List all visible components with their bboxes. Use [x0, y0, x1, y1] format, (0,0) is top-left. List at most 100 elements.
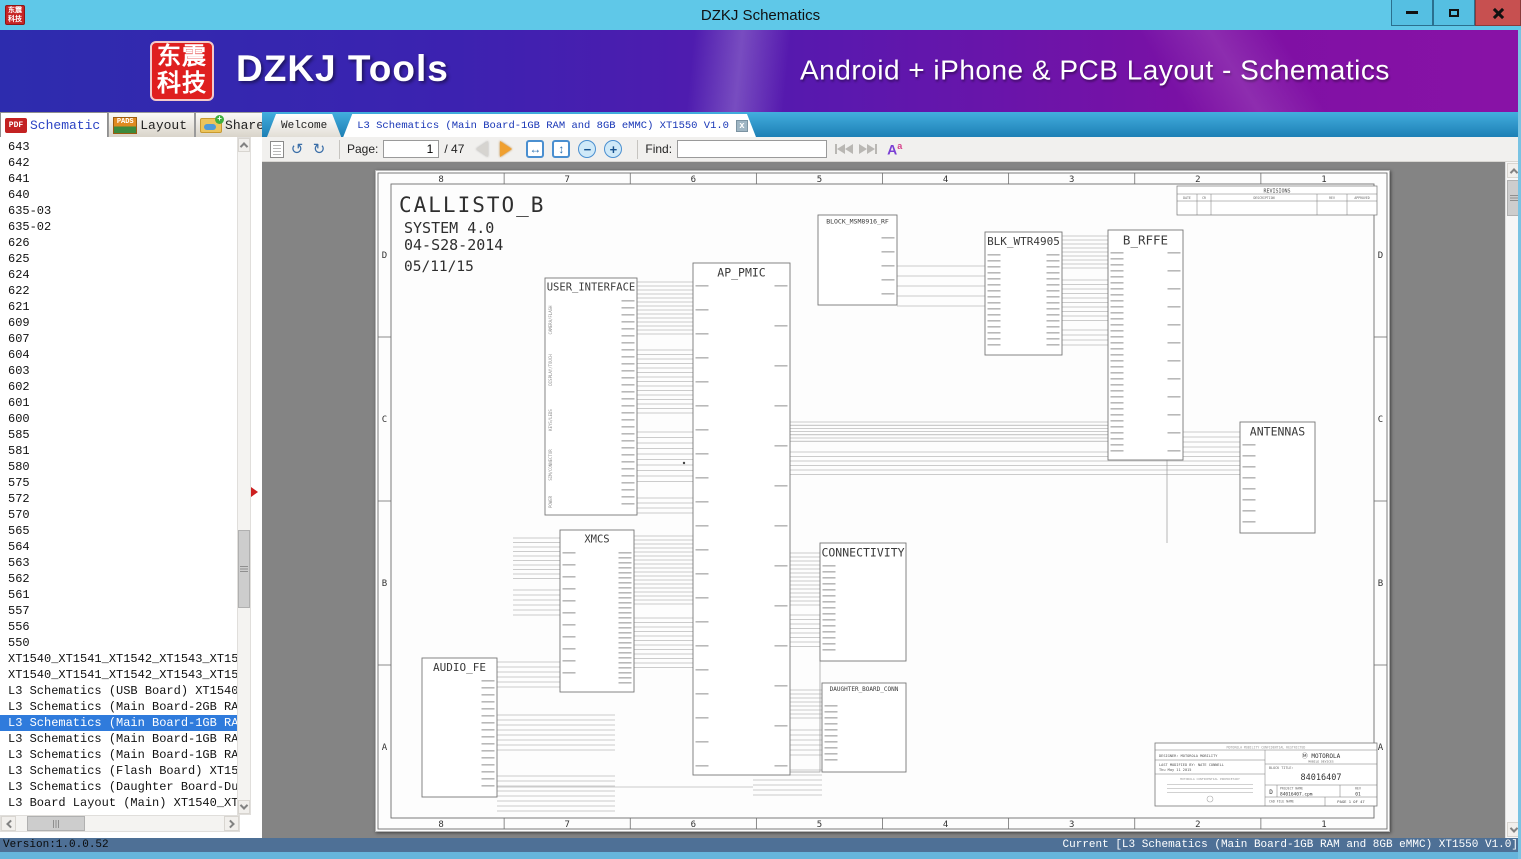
zone-column-label: 5	[817, 175, 822, 185]
zone-row-label: D	[1378, 251, 1383, 261]
sidebar-item[interactable]: 607	[0, 331, 237, 347]
sidebar-item[interactable]: 585	[0, 427, 237, 443]
schematic-block-AP_PMIC: AP_PMIC	[692, 262, 791, 776]
sidebar-item[interactable]: 626	[0, 235, 237, 251]
sidebar-item[interactable]: 561	[0, 587, 237, 603]
schematic-viewer[interactable]: 8 8 7 7 6 6 5 5 4 4 3 3 2 2 1 1 D D C C B B A A CALLISTO_B SYSTEM…	[262, 162, 1521, 838]
zoom-in-icon[interactable]: +	[604, 140, 623, 158]
zone-row-label: C	[1378, 415, 1383, 425]
sidebar-horizontal-scrollbar[interactable]	[0, 815, 240, 832]
tab-layout[interactable]: PADS Layout	[108, 112, 196, 137]
sidebar-item[interactable]: 602	[0, 379, 237, 395]
sidebar-item[interactable]: 643	[0, 139, 237, 155]
page-total: / 47	[444, 142, 465, 156]
splitter-collapse-arrow[interactable]	[251, 487, 258, 497]
scroll-down-icon[interactable]	[238, 800, 250, 814]
sidebar-item[interactable]: 635-03	[0, 203, 237, 219]
version-text: Version:1.0.0.52	[3, 839, 109, 851]
find-previous-icon[interactable]	[835, 144, 854, 154]
doc-tab-welcome[interactable]: Welcome	[267, 114, 341, 137]
close-button[interactable]	[1475, 0, 1521, 26]
page-number-input[interactable]	[383, 140, 440, 158]
sidebar-vertical-scrollbar[interactable]	[237, 137, 251, 815]
sidebar-item[interactable]: L3 Schematics (Main Board-1GB RAM and	[0, 731, 237, 747]
tab-layout-label: Layout	[140, 117, 188, 133]
sidebar-item[interactable]: 641	[0, 171, 237, 187]
sidebar-item[interactable]: 565	[0, 523, 237, 539]
tab-schematic-label: Schematic	[30, 117, 101, 133]
brand-division: MOBILE DEVICES	[1308, 760, 1333, 764]
sidebar-item[interactable]: 601	[0, 395, 237, 411]
sidebar-item[interactable]: 563	[0, 555, 237, 571]
maximize-button[interactable]	[1433, 0, 1475, 26]
sidebar-item[interactable]: 635-02	[0, 219, 237, 235]
sidebar-item[interactable]: L3 Schematics (USB Board) XT1540_XT154	[0, 683, 237, 699]
sidebar-item[interactable]: 557	[0, 603, 237, 619]
zone-column-label: 8	[438, 175, 443, 185]
scroll-left-icon[interactable]	[1, 816, 16, 831]
tab-schematic[interactable]: PDF Schematic	[0, 112, 109, 137]
revisions-table: REVISIONS DATE CR DESCRIPTION REV APPROVED	[1176, 185, 1378, 216]
sidebar-item[interactable]: 624	[0, 267, 237, 283]
sidebar-item[interactable]: 603	[0, 363, 237, 379]
revisions-title: REVISIONS	[1263, 189, 1290, 195]
sidebar-item[interactable]: L3 Schematics (Daughter Board-Dual SIM	[0, 779, 237, 795]
sidebar-item[interactable]: L3 Schematics (Main Board-1GB RAM and	[0, 747, 237, 763]
tab-share[interactable]: + Share	[195, 112, 273, 137]
sidebar-item[interactable]: 609	[0, 315, 237, 331]
sidebar-item[interactable]: 570	[0, 507, 237, 523]
rotate-right-icon[interactable]: ↻	[310, 140, 328, 158]
sidebar-item[interactable]: 562	[0, 571, 237, 587]
sidebar-item[interactable]: 572	[0, 491, 237, 507]
close-icon	[1492, 7, 1504, 19]
doc-tab-close-icon[interactable]: x	[736, 120, 748, 132]
scroll-right-icon[interactable]	[224, 816, 239, 831]
match-case-icon[interactable]: Aa	[887, 141, 902, 158]
zone-column-label: 7	[564, 820, 569, 830]
sidebar-item[interactable]: 600	[0, 411, 237, 427]
sidebar-item[interactable]: 640	[0, 187, 237, 203]
find-next-icon[interactable]	[859, 144, 878, 154]
next-page-icon[interactable]	[500, 141, 513, 157]
sidebar-item[interactable]: 625	[0, 251, 237, 267]
sidebar-item[interactable]: 556	[0, 619, 237, 635]
sidebar-item[interactable]: 550	[0, 635, 237, 651]
tab-share-label: Share	[225, 117, 265, 133]
sidebar-scroll-thumb[interactable]	[238, 530, 250, 608]
sidebar-item[interactable]: 575	[0, 475, 237, 491]
designer: DESIGNER: MOTOROLA MOBILITY	[1159, 754, 1218, 758]
sidebar-item[interactable]: 580	[0, 459, 237, 475]
find-input[interactable]	[677, 140, 828, 158]
sidebar-item[interactable]: 564	[0, 539, 237, 555]
sidebar-item[interactable]: 621	[0, 299, 237, 315]
scroll-up-icon[interactable]	[238, 138, 250, 152]
sidebar-item[interactable]: L3 Board Layout (Main) XT1540_XT1541_X	[0, 795, 237, 811]
sidebar-item[interactable]: 642	[0, 155, 237, 171]
sidebar-hscroll-thumb[interactable]	[27, 816, 85, 831]
schematic-block-AUDIO_FE: AUDIO_FE	[421, 657, 498, 798]
sidebar-item[interactable]: XT1540_XT1541_XT1542_XT1543_XT1544_XT1	[0, 667, 237, 683]
sidebar-item[interactable]: L3 Schematics (Flash Board) XT1540_XT1	[0, 763, 237, 779]
sidebar-item[interactable]: 604	[0, 347, 237, 363]
fit-page-icon[interactable]: ↕	[552, 140, 571, 158]
schematic-block-BLOCK_MSM8916_RF: BLOCK_MSM8916_RF	[817, 214, 898, 306]
status-bar: Version:1.0.0.52 Current [L3 Schematics …	[0, 838, 1521, 852]
sidebar-item[interactable]: XT1540_XT1541_XT1542_XT1543_XT1544_XT1	[0, 651, 237, 667]
sidebar-item[interactable]: L3 Schematics (Main Board-2GB RAM and	[0, 699, 237, 715]
fit-width-icon[interactable]: ↔	[526, 140, 545, 158]
zoom-out-icon[interactable]: −	[578, 140, 597, 158]
snapshot-icon[interactable]	[270, 140, 284, 158]
zone-row-label: A	[1378, 743, 1384, 753]
rotate-left-icon[interactable]: ↺	[288, 140, 306, 158]
confidential-note: MOTOROLA MOBILITY CONFIDENTIAL RESTRICTE…	[1227, 745, 1306, 749]
sidebar-item[interactable]: 581	[0, 443, 237, 459]
previous-page-icon[interactable]	[476, 141, 489, 157]
page-list-sidebar: 643 642 641 640 635-03 635-02 626 625 624 622 621 6…	[0, 137, 262, 838]
sidebar-item[interactable]: 622	[0, 283, 237, 299]
zone-row-label: D	[382, 251, 387, 261]
minimize-button[interactable]	[1391, 0, 1433, 26]
page-note: PAGE 1 OF 47	[1337, 799, 1364, 804]
document-tabs: Welcome L3 Schematics (Main Board-1GB RA…	[262, 112, 1521, 137]
doc-tab-active[interactable]: L3 Schematics (Main Board-1GB RAM and 8G…	[343, 114, 756, 137]
sidebar-item[interactable]: L3 Schematics (Main Board-1GB RAM and	[0, 715, 237, 731]
